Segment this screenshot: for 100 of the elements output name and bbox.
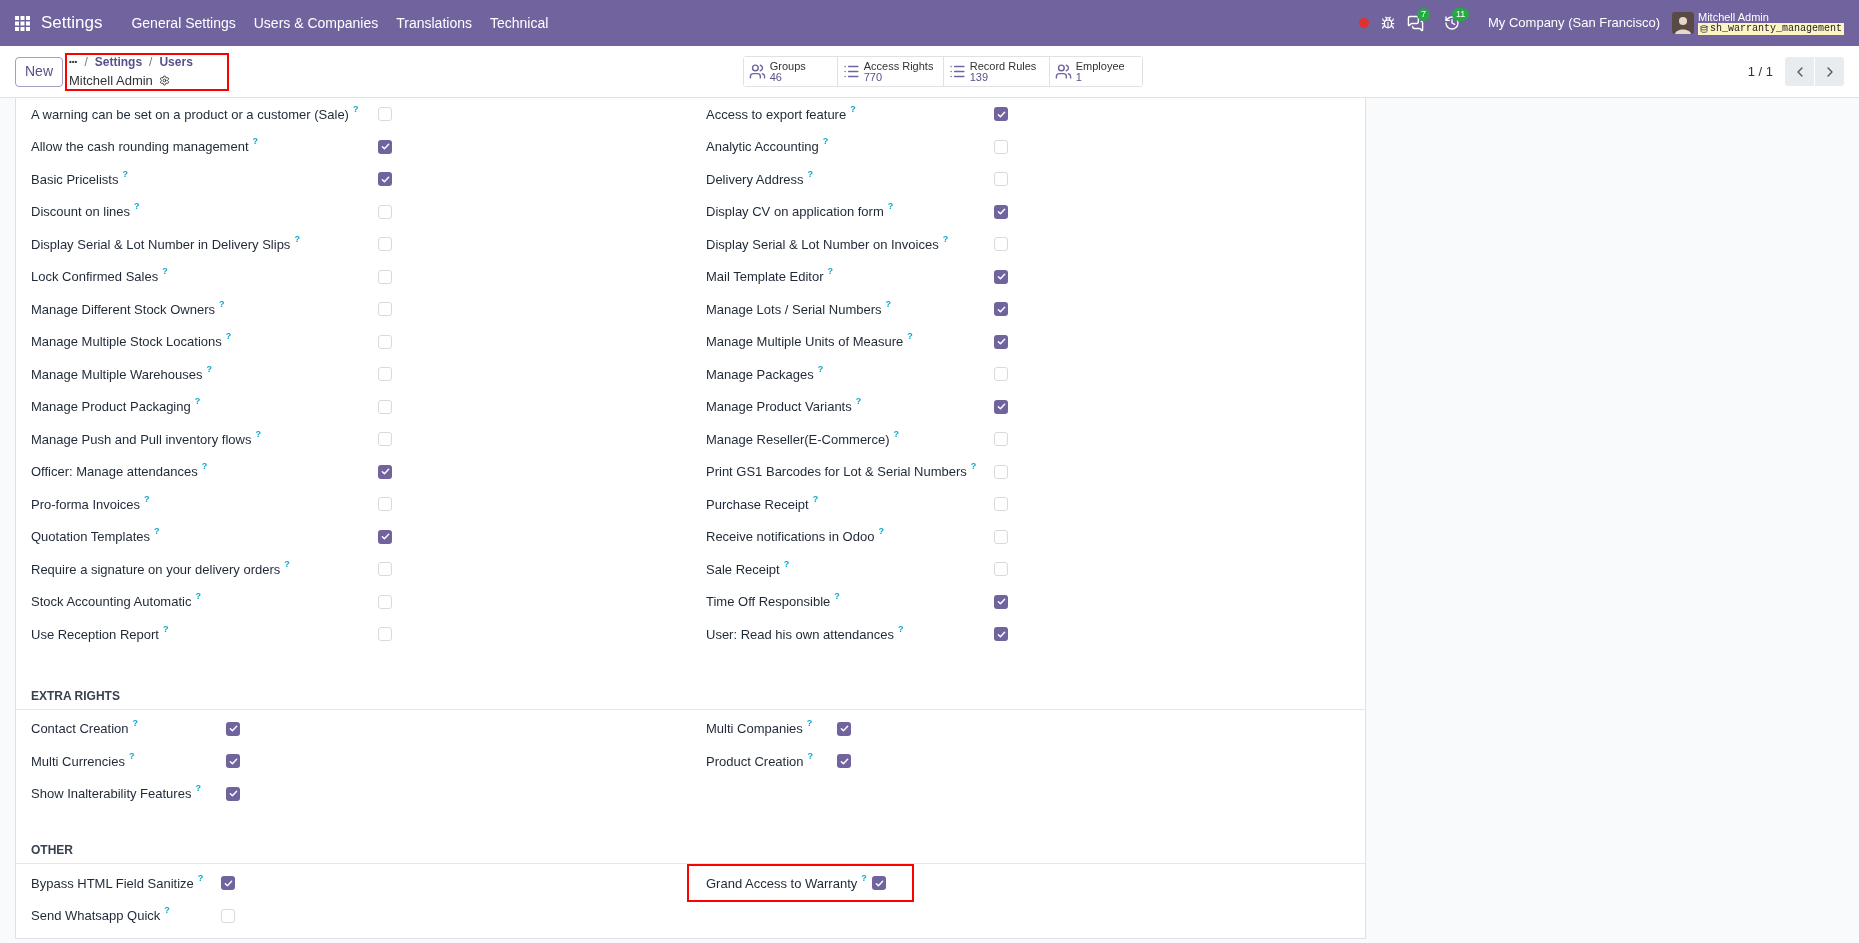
checkbox[interactable]: [378, 269, 392, 284]
help-tooltip[interactable]: ?: [132, 717, 139, 731]
checkbox[interactable]: [994, 367, 1008, 382]
breadcrumb-link[interactable]: Settings: [94, 52, 143, 71]
help-tooltip[interactable]: ?: [197, 871, 204, 885]
help-tooltip[interactable]: ?: [822, 135, 829, 149]
checkbox[interactable]: [378, 237, 392, 252]
help-tooltip[interactable]: ?: [294, 232, 300, 246]
help-tooltip[interactable]: ?: [122, 167, 128, 181]
checkbox[interactable]: [994, 172, 1008, 187]
help-tooltip[interactable]: ?: [252, 135, 259, 149]
checkbox[interactable]: [221, 908, 235, 923]
help-tooltip[interactable]: ?: [893, 427, 899, 441]
company-switcher[interactable]: My Company (San Francisco): [1488, 13, 1660, 33]
checkbox[interactable]: [378, 562, 392, 577]
help-tooltip[interactable]: ?: [897, 622, 904, 636]
checkbox[interactable]: [378, 302, 392, 317]
user-name[interactable]: Mitchell Admin: [1697, 11, 1844, 23]
breadcrumb-link[interactable]: Users: [159, 52, 193, 71]
checkbox[interactable]: [378, 594, 392, 609]
help-tooltip[interactable]: ?: [942, 232, 949, 246]
checkbox[interactable]: [994, 432, 1008, 447]
checkbox[interactable]: [378, 204, 392, 219]
menu-item[interactable]: Technical: [481, 12, 558, 34]
checkbox[interactable]: [221, 876, 235, 891]
help-tooltip[interactable]: ?: [162, 622, 169, 636]
checkbox[interactable]: [378, 497, 392, 512]
checkbox[interactable]: [837, 721, 851, 736]
settings-icon[interactable]: [158, 75, 170, 86]
checkbox[interactable]: [994, 627, 1008, 642]
checkbox[interactable]: [994, 204, 1008, 219]
help-tooltip[interactable]: ?: [162, 265, 168, 279]
help-tooltip[interactable]: ?: [807, 167, 814, 181]
checkbox[interactable]: [994, 529, 1008, 544]
checkbox[interactable]: [837, 754, 851, 769]
help-tooltip[interactable]: ?: [195, 782, 201, 796]
help-tooltip[interactable]: ?: [284, 557, 290, 571]
help-tooltip[interactable]: ?: [861, 871, 867, 885]
help-tooltip[interactable]: ?: [806, 717, 813, 731]
help-tooltip[interactable]: ?: [850, 102, 856, 116]
help-tooltip[interactable]: ?: [194, 395, 201, 409]
help-tooltip[interactable]: ?: [164, 904, 170, 918]
menu-item[interactable]: General Settings: [122, 12, 245, 34]
checkbox[interactable]: [872, 876, 886, 891]
help-tooltip[interactable]: ?: [201, 460, 208, 474]
avatar-icon[interactable]: [1671, 12, 1694, 34]
checkbox[interactable]: [226, 754, 240, 769]
activity-icon[interactable]: [1444, 15, 1460, 31]
help-tooltip[interactable]: ?: [887, 200, 894, 214]
checkbox[interactable]: [378, 107, 392, 122]
checkbox[interactable]: [994, 107, 1008, 122]
checkbox[interactable]: [994, 269, 1008, 284]
checkbox[interactable]: [994, 497, 1008, 512]
help-tooltip[interactable]: ?: [144, 492, 150, 506]
help-tooltip[interactable]: ?: [255, 427, 261, 441]
checkbox[interactable]: [378, 529, 392, 544]
checkbox[interactable]: [994, 139, 1008, 154]
menu-item[interactable]: Translations: [387, 12, 481, 34]
debug-icon[interactable]: [1381, 16, 1395, 30]
app-title[interactable]: Settings: [41, 10, 103, 36]
help-tooltip[interactable]: ?: [834, 590, 840, 604]
help-tooltip[interactable]: ?: [225, 330, 232, 344]
checkbox[interactable]: [994, 334, 1008, 349]
checkbox[interactable]: [378, 399, 392, 414]
checkbox[interactable]: [378, 627, 392, 642]
help-tooltip[interactable]: ?: [907, 330, 913, 344]
help-tooltip[interactable]: ?: [855, 395, 862, 409]
apps-menu-icon[interactable]: [15, 15, 30, 31]
checkbox[interactable]: [378, 139, 392, 154]
checkbox[interactable]: [994, 302, 1008, 317]
help-tooltip[interactable]: ?: [885, 297, 892, 311]
help-tooltip[interactable]: ?: [128, 749, 135, 763]
help-tooltip[interactable]: ?: [812, 492, 819, 506]
checkbox[interactable]: [994, 562, 1008, 577]
checkbox[interactable]: [378, 334, 392, 349]
menu-item[interactable]: Users & Companies: [244, 12, 388, 34]
checkbox[interactable]: [378, 464, 392, 479]
help-tooltip[interactable]: ?: [783, 557, 790, 571]
smart-button[interactable]: Employee 1: [1048, 57, 1142, 86]
checkbox[interactable]: [378, 432, 392, 447]
help-tooltip[interactable]: ?: [352, 102, 359, 116]
help-tooltip[interactable]: ?: [154, 525, 160, 539]
checkbox[interactable]: [378, 367, 392, 382]
checkbox[interactable]: [994, 464, 1008, 479]
help-tooltip[interactable]: ?: [878, 525, 884, 539]
help-tooltip[interactable]: ?: [219, 297, 225, 311]
help-tooltip[interactable]: ?: [817, 362, 824, 376]
breadcrumb-more[interactable]: •••: [69, 55, 78, 68]
help-tooltip[interactable]: ?: [206, 362, 212, 376]
help-tooltip[interactable]: ?: [195, 590, 201, 604]
checkbox[interactable]: [994, 399, 1008, 414]
checkbox[interactable]: [226, 786, 240, 801]
checkbox[interactable]: [994, 237, 1008, 252]
help-tooltip[interactable]: ?: [807, 749, 814, 763]
help-tooltip[interactable]: ?: [827, 265, 834, 279]
checkbox[interactable]: [226, 721, 240, 736]
help-tooltip[interactable]: ?: [134, 200, 140, 214]
checkbox[interactable]: [378, 172, 392, 187]
new-button[interactable]: New: [15, 56, 63, 87]
help-tooltip[interactable]: ?: [970, 460, 977, 474]
